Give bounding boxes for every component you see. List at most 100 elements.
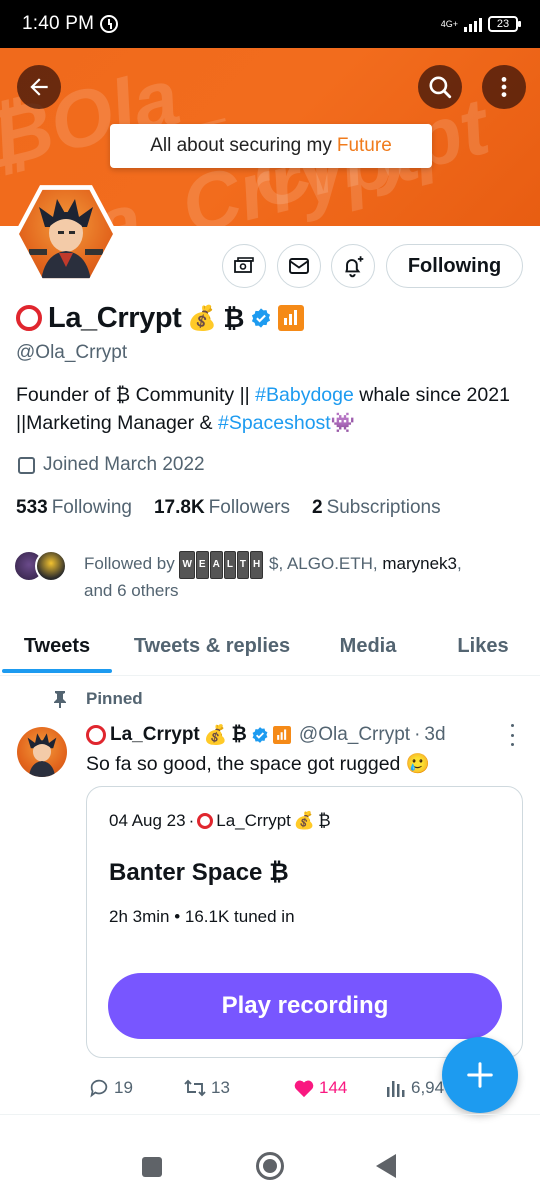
space-host: La_Crrypt (216, 811, 291, 830)
views-icon (387, 1081, 405, 1097)
retweet-count: 13 (211, 1078, 230, 1097)
status-bar: 1:40 PM 4G+ 23 (0, 0, 540, 48)
following-count: 533 (16, 497, 48, 518)
followed-by-names: $, ALGO.ETH, (264, 554, 383, 573)
monetize-button[interactable] (222, 244, 266, 288)
back-button[interactable] (17, 65, 61, 109)
reply-icon (90, 1079, 108, 1098)
tweet-avatar[interactable] (17, 727, 67, 777)
bio-text: Founder of ₿ Community || (16, 384, 256, 406)
tweet-more-button[interactable] (507, 724, 517, 746)
followed-by-name: marynek3 (382, 554, 458, 573)
back-nav-button[interactable] (376, 1154, 396, 1178)
space-meta: 04 Aug 23 · La_Crrypt 💰 ₿ (109, 811, 331, 831)
tweet-handle[interactable]: @Ola_Crrypt (299, 724, 410, 746)
space-card[interactable]: 04 Aug 23 · La_Crrypt 💰 ₿ Banter Space ₿… (86, 786, 523, 1058)
compose-tweet-button[interactable] (442, 1037, 518, 1113)
battery-icon: 23 (488, 16, 521, 32)
heart-icon (294, 1080, 314, 1098)
space-date: 04 Aug 23 (109, 811, 186, 830)
verified-badge-icon (252, 727, 268, 743)
monetize-icon (234, 257, 254, 273)
verified-badge-icon[interactable] (250, 307, 272, 329)
avatar-illustration (27, 733, 57, 777)
space-stats: 2h 3min • 16.1K tuned in (109, 907, 295, 926)
money-bag-emoji: 💰 (203, 725, 228, 746)
home-button[interactable] (256, 1152, 284, 1180)
affiliate-badge-icon (272, 726, 291, 744)
notification-plus-icon (345, 256, 364, 278)
like-count: 144 (319, 1078, 348, 1097)
reply-action[interactable]: 19 (88, 1077, 183, 1099)
hashtag-link[interactable]: #Spaceshost (218, 412, 331, 434)
tweet-text: So fa so good, the space got rugged 🥲 (86, 753, 431, 775)
joined-text: Joined March 2022 (43, 454, 205, 475)
profile-handle: @Ola_Crrypt (16, 342, 128, 363)
message-button[interactable] (277, 244, 321, 288)
tab-tweets-replies[interactable]: Tweets & replies (114, 618, 310, 674)
retweet-action[interactable]: 13 (183, 1077, 293, 1099)
following-button[interactable]: Following (386, 244, 523, 288)
tweet-author-name[interactable]: La_Crrypt (110, 724, 200, 746)
bitcoin-sign: ₿ (318, 811, 331, 830)
retweet-icon (184, 1079, 206, 1097)
more-options-button[interactable] (482, 65, 526, 109)
bitcoin-sign: ₿ (231, 724, 247, 745)
more-vertical-icon (501, 77, 507, 97)
following-stat[interactable]: 533 Following (16, 497, 132, 519)
profile-stats: 533 Following 17.8K Followers 2 Subscriptio… (16, 497, 441, 519)
tagline-accent: Future (336, 135, 392, 156)
search-button[interactable] (418, 65, 462, 109)
signal-icon (464, 16, 482, 32)
pinned-indicator: Pinned (52, 689, 143, 709)
followed-by-avatars[interactable] (13, 550, 67, 582)
more-vertical-icon (510, 724, 514, 727)
search-icon (429, 76, 452, 99)
calendar-icon (18, 456, 35, 474)
separator: · (414, 724, 421, 745)
tab-likes[interactable]: Likes (426, 618, 540, 674)
red-circle-emoji (16, 305, 42, 331)
separator: · (188, 811, 195, 830)
hashtag-link[interactable]: #Babydoge (255, 384, 354, 406)
message-icon (289, 258, 309, 274)
banner-tagline: All about securing my Future (110, 124, 432, 168)
boxed-name: WEALTH (179, 551, 264, 579)
avatar (35, 550, 67, 582)
bitcoin-sign: ₿ (223, 302, 245, 333)
notify-button[interactable] (331, 244, 375, 288)
money-bag-emoji: 💰 (293, 811, 316, 830)
arrow-left-icon (30, 78, 48, 96)
view-count: 6,94 (411, 1078, 445, 1097)
recent-apps-button[interactable] (142, 1157, 162, 1177)
followers-stat[interactable]: 17.8K Followers (154, 497, 290, 519)
money-bag-emoji: 💰 (187, 304, 218, 332)
like-action[interactable]: 144 (293, 1078, 385, 1098)
profile-tabs: Tweets Tweets & replies Media Likes (0, 618, 540, 676)
status-icons: 4G+ 23 (440, 16, 521, 32)
play-recording-button[interactable]: Play recording (108, 973, 502, 1039)
followers-label: Followers (208, 497, 290, 518)
display-name-row: La_Crrypt 💰 ₿ (16, 298, 305, 338)
followed-by-text[interactable]: Followed by WEALTH $, ALGO.ETH, marynek3… (84, 551, 514, 603)
views-action[interactable]: 6,94 (385, 1078, 444, 1098)
subscriptions-stat[interactable]: 2 Subscriptions (312, 497, 441, 519)
punctuation: , (457, 554, 462, 573)
affiliate-badge-icon[interactable] (278, 305, 305, 331)
profile-bio: Founder of ₿ Community || #Babydoge whal… (16, 381, 521, 437)
tweet-time[interactable]: 3d (424, 724, 445, 746)
subscriptions-label: Subscriptions (326, 497, 441, 518)
followed-by-prefix: Followed by (84, 554, 175, 573)
following-label: Following (51, 497, 132, 518)
followers-count: 17.8K (153, 497, 205, 518)
tagline-text: All about securing my (150, 135, 332, 156)
network-label: 4G+ (440, 18, 458, 29)
tab-media[interactable]: Media (310, 618, 426, 674)
tab-tweets[interactable]: Tweets (0, 618, 114, 674)
red-circle-emoji (86, 725, 106, 745)
tweet-header: La_Crrypt 💰 ₿ @Ola_Crrypt · 3d (86, 723, 446, 747)
plus-icon (467, 1062, 493, 1088)
joined-date: Joined March 2022 (18, 454, 205, 476)
followed-by-others: and 6 others (84, 581, 179, 600)
reply-count: 19 (114, 1078, 133, 1097)
